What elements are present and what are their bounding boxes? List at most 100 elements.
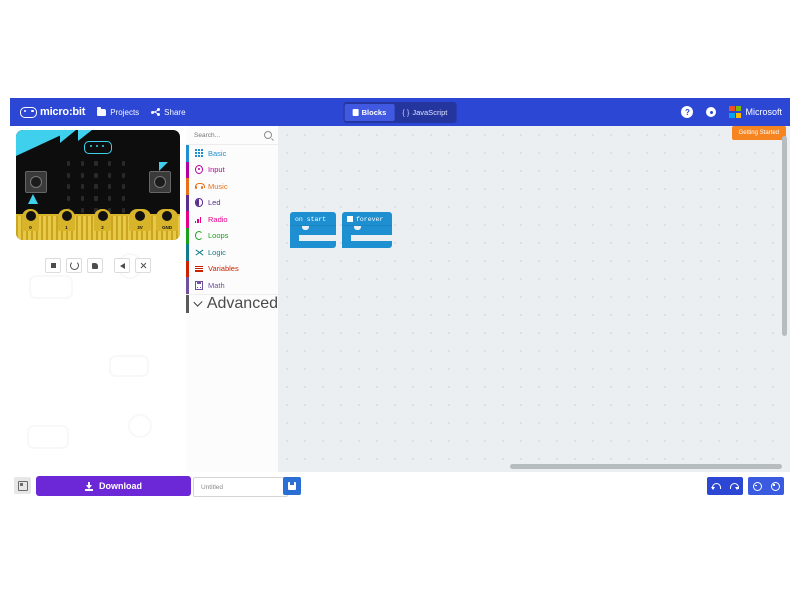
gear-icon[interactable] (705, 106, 717, 118)
toolbox-advanced-toggle[interactable]: Advanced (186, 293, 278, 313)
toolbox-search[interactable] (186, 126, 278, 145)
save-icon (288, 482, 296, 490)
collapse-icon (17, 480, 28, 491)
microbit-board[interactable]: 0 1 2 3V GND (16, 130, 180, 256)
redo-icon (729, 483, 739, 489)
toolbox-category-basic[interactable]: Basic (186, 145, 278, 162)
pin-pad-3v[interactable]: 3V (129, 209, 151, 231)
pin-pad-gnd[interactable]: GND (156, 209, 178, 231)
board-accent-3 (78, 130, 92, 141)
toolbox-category-loops[interactable]: Loops (186, 227, 278, 244)
button-a[interactable] (25, 171, 47, 193)
project-name-input[interactable] (199, 482, 263, 492)
toolbox-category-label: Music (208, 181, 228, 191)
category-color-strip (186, 178, 189, 195)
block-body (290, 226, 336, 248)
category-color-strip (186, 277, 189, 294)
zoom-out-button[interactable] (748, 477, 766, 495)
category-color-strip (186, 161, 189, 178)
led-matrix[interactable] (62, 158, 130, 216)
block-label: forever (356, 215, 384, 223)
slow-motion-button[interactable] (87, 258, 103, 273)
toolbox-category-label: Math (208, 280, 225, 290)
toolbox-category-math[interactable]: Math (186, 277, 278, 294)
projects-button[interactable]: Projects (97, 106, 140, 117)
toolbox-category-radio[interactable]: Radio (186, 211, 278, 228)
brand-label: micro:bit (40, 106, 86, 118)
download-button[interactable]: Download (36, 476, 191, 496)
zoom-in-button[interactable] (766, 477, 784, 495)
tab-blocks[interactable]: Blocks (344, 104, 395, 121)
getting-started-button[interactable]: Getting Started (731, 126, 786, 140)
fullscreen-button[interactable] (135, 258, 151, 273)
toolbox-category-label: Variables (208, 264, 239, 274)
save-button[interactable] (283, 477, 301, 495)
projects-label: Projects (110, 107, 140, 117)
pin-pad-2[interactable]: 2 (94, 209, 111, 231)
download-icon (85, 481, 93, 491)
horizontal-scrollbar[interactable] (510, 464, 782, 469)
category-color-strip (186, 244, 189, 261)
toolbox-category-variables[interactable]: Variables (186, 260, 278, 277)
share-label: Share (164, 107, 186, 117)
block-header: on start (290, 212, 336, 226)
board-accent-2 (60, 130, 76, 143)
toolbox: Basic Input Music Led Radio Loops Logic Variabl… (186, 126, 279, 472)
toolbox-category-label: Basic (208, 148, 227, 158)
collapse-simulator-button[interactable] (14, 477, 31, 494)
help-icon[interactable]: ? (681, 106, 694, 118)
editor-mode-toggle: Blocks { } JavaScript (343, 102, 457, 123)
toolbox-category-label: Led (208, 198, 221, 208)
shuffle-icon (195, 248, 204, 256)
grid-icon (347, 216, 353, 222)
vertical-scrollbar[interactable] (782, 136, 787, 336)
toolbox-category-music[interactable]: Music (186, 178, 278, 195)
grid-icon (195, 149, 203, 158)
block-header: forever (342, 212, 392, 226)
usb-connector-icon (84, 141, 112, 154)
button-b[interactable] (149, 171, 171, 193)
redo-button[interactable] (725, 477, 743, 495)
toolbox-category-list: Basic Input Music Led Radio Loops Logic Variabl… (186, 145, 278, 294)
block-forever[interactable]: forever (342, 212, 392, 248)
blocks-label: Blocks (361, 108, 387, 117)
javascript-label: JavaScript (412, 108, 448, 117)
stop-button[interactable] (45, 258, 61, 273)
tab-javascript[interactable]: { } JavaScript (394, 104, 455, 121)
restart-button[interactable] (66, 258, 82, 273)
toolbox-category-logic[interactable]: Logic (186, 244, 278, 261)
block-bottom-arm (342, 241, 392, 248)
block-label: on start (295, 215, 327, 223)
block-notch (299, 226, 336, 235)
share-icon (151, 108, 161, 116)
advanced-color-strip (186, 294, 189, 313)
microbit-logo[interactable]: micro:bit (20, 106, 85, 118)
button-b-label-icon (159, 162, 168, 171)
target-icon (195, 165, 203, 175)
zoom-group (748, 477, 784, 495)
search-input[interactable] (192, 130, 258, 140)
pin-pad-1[interactable]: 1 (58, 209, 75, 231)
mute-button[interactable] (114, 258, 130, 273)
advanced-label: Advanced (206, 294, 278, 312)
header-right-group: ? Microsoft (681, 98, 782, 126)
undo-button[interactable] (707, 477, 725, 495)
toolbox-category-input[interactable]: Input (186, 161, 278, 178)
category-color-strip (186, 227, 189, 244)
blocks-workspace[interactable]: Getting Started on start forever (278, 126, 790, 472)
pin-pad-0[interactable]: 0 (22, 209, 39, 231)
block-on-start[interactable]: on start (290, 212, 336, 248)
slow-motion-icon (92, 262, 98, 269)
block-body (342, 226, 392, 248)
search-icon (264, 131, 272, 139)
category-color-strip (186, 211, 189, 228)
share-button[interactable]: Share (151, 107, 186, 117)
signal-icon (195, 215, 203, 223)
headphones-icon (195, 182, 205, 190)
toolbox-category-label: Loops (208, 231, 229, 241)
toolbox-category-led[interactable]: Led (186, 194, 278, 211)
microsoft-logo[interactable]: Microsoft (729, 106, 782, 118)
project-name-field[interactable] (193, 477, 288, 497)
edge-connector: 0 1 2 3V GND (16, 209, 180, 240)
chevron-down-icon (193, 297, 203, 307)
